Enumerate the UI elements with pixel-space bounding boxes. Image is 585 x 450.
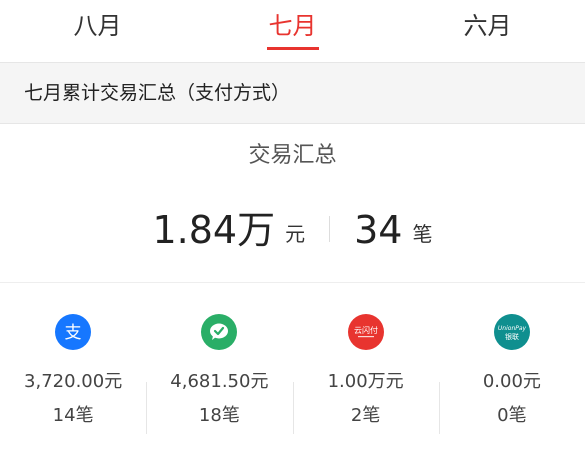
tab-underline [266, 47, 319, 50]
total-count: 34 [354, 208, 403, 252]
method-amount: 0.00元 [482, 371, 541, 392]
method-count: 2笔 [350, 405, 381, 426]
alipay-icon: 支 [55, 314, 92, 350]
method-count: 14笔 [52, 405, 94, 426]
section-header-title: 七月累计交易汇总（支付方式） [24, 82, 291, 104]
method-count: 18笔 [198, 405, 240, 426]
month-tabs: 八月 七月 六月 [0, 0, 585, 62]
summary-title: 交易汇总 [248, 143, 337, 168]
unionpay-icon: UnionPay 银联 [493, 314, 530, 350]
total-amount: 1.84万 [152, 208, 276, 252]
total-amount-unit: 元 [285, 222, 306, 246]
svg-text:银联: 银联 [505, 332, 519, 341]
method-amount: 1.00万元 [327, 371, 404, 392]
tab-june[interactable]: 六月 [390, 0, 585, 62]
svg-text:UnionPay: UnionPay [498, 325, 527, 332]
tab-august-label: 八月 [73, 12, 122, 40]
tab-july[interactable]: 七月 [195, 0, 390, 62]
tab-june-label: 六月 [463, 12, 512, 40]
payment-method-alipay[interactable]: 支 3,720.00元 14笔 [0, 300, 146, 450]
total-count-unit: 笔 [412, 222, 433, 246]
wechat-pay-icon [201, 314, 238, 350]
method-amount: 3,720.00元 [24, 371, 123, 392]
quickpass-icon: 云闪付 [347, 314, 384, 350]
summary-separator [329, 216, 331, 242]
payment-method-unionpay[interactable]: UnionPay 银联 0.00元 0笔 [438, 300, 585, 450]
summary-totals: 1.84万 元 34 笔 [0, 196, 585, 260]
section-header: 七月累计交易汇总（支付方式） [0, 62, 585, 124]
payment-method-quickpass[interactable]: 云闪付 1.00万元 2笔 [292, 300, 439, 450]
tab-july-label: 七月 [268, 12, 317, 40]
payment-methods: 支 3,720.00元 14笔 4,681.50元 18笔 云闪付 1.00万元… [0, 300, 585, 450]
tab-august[interactable]: 八月 [0, 0, 195, 62]
svg-text:支: 支 [65, 323, 82, 343]
svg-text:云闪付: 云闪付 [354, 325, 378, 335]
payment-method-wechat[interactable]: 4,681.50元 18笔 [146, 300, 292, 450]
method-count: 0笔 [497, 405, 527, 426]
divider [0, 282, 585, 283]
method-amount: 4,681.50元 [170, 371, 269, 392]
